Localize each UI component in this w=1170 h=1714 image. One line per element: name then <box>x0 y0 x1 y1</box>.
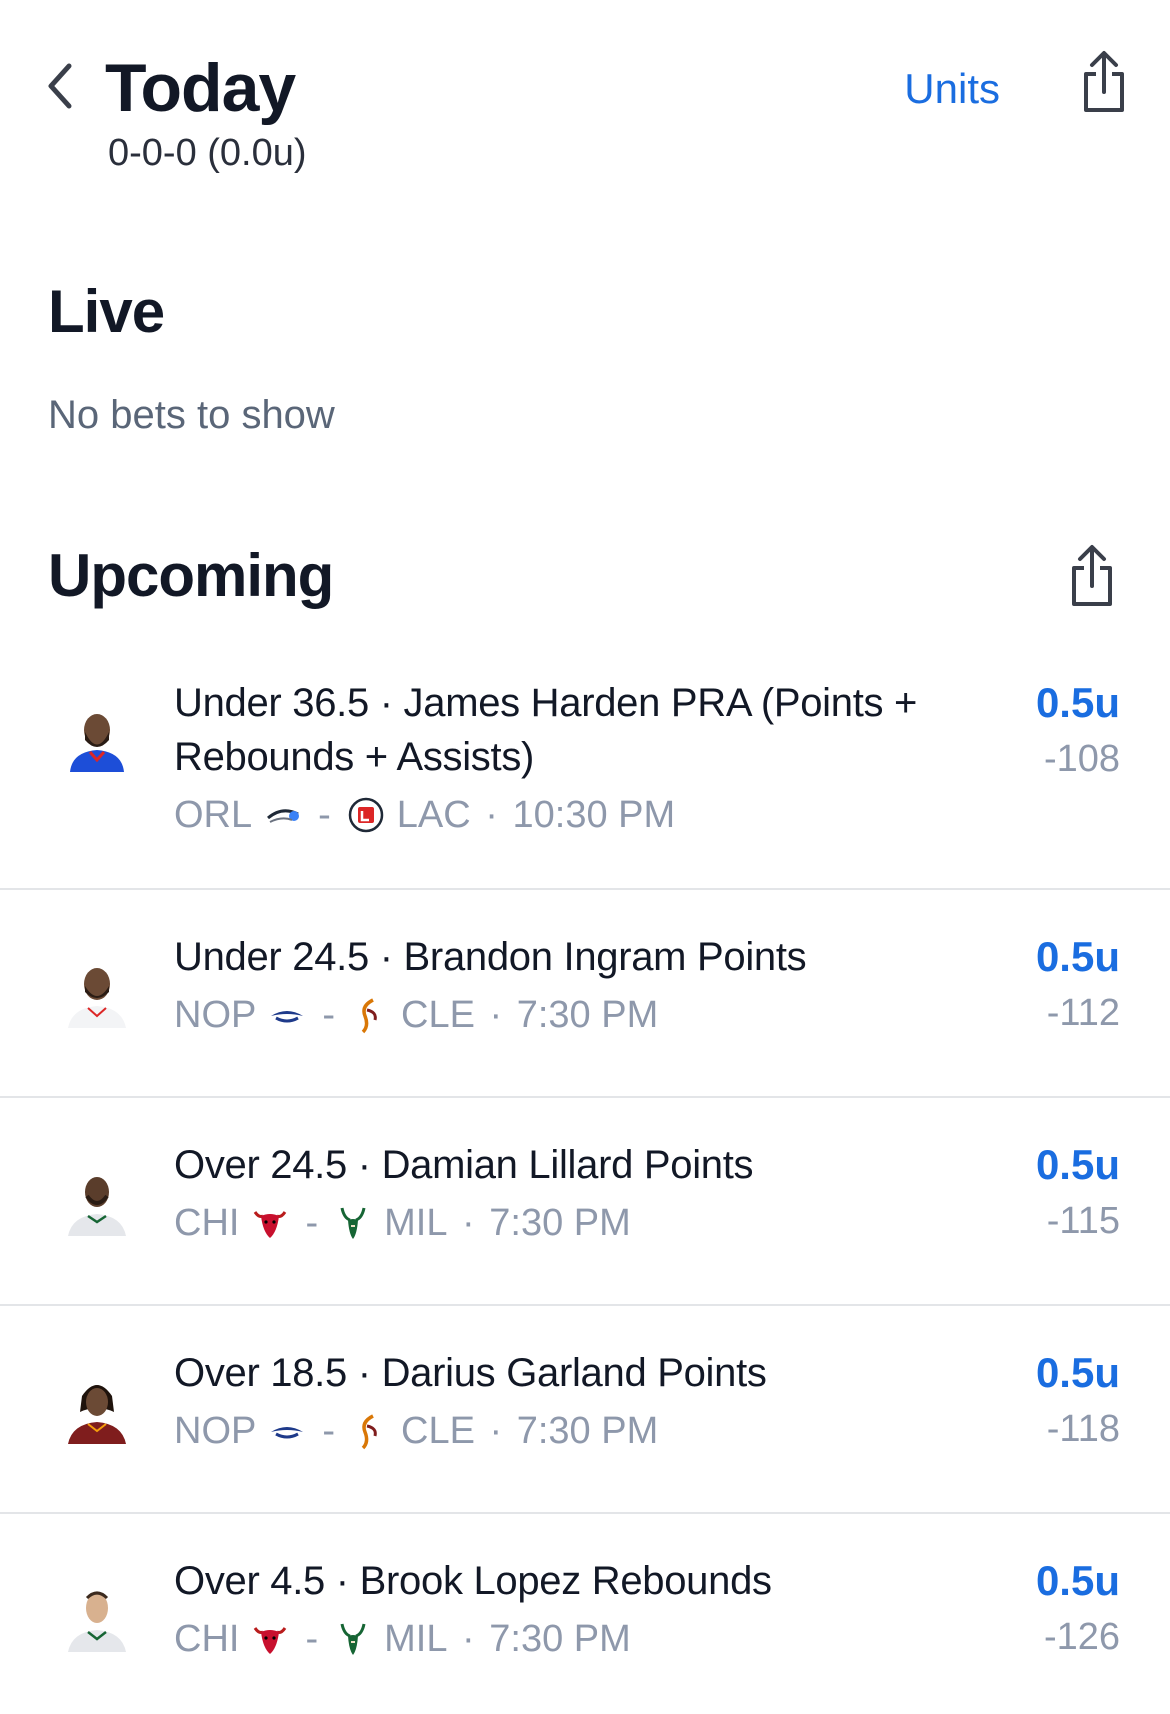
bet-matchup: CHI - MIL · 7:30 PM <box>174 1198 990 1248</box>
bet-details: Over 4.5 · Brook Lopez Rebounds CHI - MI… <box>174 1554 990 1664</box>
bet-stake-odds: 0.5u -115 <box>1036 1138 1120 1246</box>
home-team: CLE <box>401 994 475 1036</box>
matchup-separator: - <box>322 994 336 1036</box>
bet-row[interactable]: Over 24.5 · Damian Lillard Points CHI - … <box>0 1098 1170 1306</box>
bet-odds: -108 <box>1043 738 1120 780</box>
bucks-logo-icon <box>340 1623 366 1655</box>
bet-stake: 0.5u <box>1035 1141 1120 1188</box>
bet-row[interactable]: Under 36.5 · James Harden PRA (Points + … <box>0 648 1170 890</box>
bet-details: Over 18.5 · Darius Garland Points NOP - … <box>174 1346 990 1456</box>
share-button[interactable] <box>1078 50 1130 116</box>
matchup-separator: - <box>322 1410 336 1452</box>
matchup-separator: - <box>305 1618 319 1660</box>
bet-title: Under 24.5 · Brandon Ingram Points <box>174 935 807 979</box>
bet-odds: -115 <box>1046 1200 1120 1242</box>
home-team: CLE <box>401 1410 475 1452</box>
bet-matchup: CHI - MIL · 7:30 PM <box>174 1614 990 1664</box>
bet-stake-odds: 0.5u -118 <box>1036 1346 1120 1454</box>
game-time: 10:30 PM <box>512 794 676 836</box>
share-icon <box>1072 545 1112 606</box>
bet-stake: 0.5u <box>1035 933 1120 980</box>
cavaliers-logo-icon <box>361 998 377 1034</box>
away-team: ORL <box>174 794 253 836</box>
pelicans-logo-icon <box>271 1427 304 1439</box>
bet-details: Under 24.5 · Brandon Ingram Points NOP -… <box>174 930 990 1040</box>
home-team: MIL <box>384 1618 448 1660</box>
player-avatar <box>68 1385 126 1444</box>
bet-details: Under 36.5 · James Harden PRA (Points + … <box>174 676 990 840</box>
bet-stake-odds: 0.5u -112 <box>1036 930 1120 1038</box>
bet-details: Over 24.5 · Damian Lillard Points CHI - … <box>174 1138 990 1248</box>
home-team: MIL <box>384 1202 448 1244</box>
units-button[interactable]: Units <box>904 64 1000 114</box>
chevron-left-icon <box>48 63 72 109</box>
matchup-separator: - <box>305 1202 319 1244</box>
player-avatar <box>68 1591 126 1652</box>
share-upcoming-button[interactable] <box>1066 544 1118 610</box>
away-team: CHI <box>174 1202 240 1244</box>
back-button[interactable] <box>40 56 80 116</box>
bucks-logo-icon <box>340 1207 366 1239</box>
upcoming-bet-list: Under 36.5 · James Harden PRA (Points + … <box>0 648 1170 1714</box>
share-icon <box>1084 51 1124 112</box>
bulls-logo-icon <box>254 1627 287 1654</box>
dot-separator: · <box>478 994 513 1036</box>
player-avatar <box>70 714 124 772</box>
player-avatar <box>68 1177 126 1236</box>
bet-matchup: ORL - LAC · 10:30 PM <box>174 790 990 840</box>
game-time: 7:30 PM <box>489 1618 631 1660</box>
pelicans-logo-icon <box>271 1011 304 1023</box>
home-team: LAC <box>396 794 471 836</box>
away-team: NOP <box>174 994 257 1036</box>
dot-separator: · <box>451 1202 486 1244</box>
bet-odds: -118 <box>1046 1408 1120 1450</box>
bet-matchup: NOP - CLE · 7:30 PM <box>174 1406 990 1456</box>
bet-title: Over 24.5 · Damian Lillard Points <box>174 1143 754 1187</box>
bet-title: Under 36.5 · James Harden PRA (Points + … <box>174 681 918 779</box>
bet-odds: -112 <box>1046 992 1120 1034</box>
bet-row[interactable]: Under 24.5 · Brandon Ingram Points NOP -… <box>0 890 1170 1098</box>
record-summary: 0-0-0 (0.0u) <box>108 132 307 174</box>
away-team: CHI <box>174 1618 240 1660</box>
bet-odds: -126 <box>1043 1616 1120 1658</box>
upcoming-section-title: Upcoming <box>48 542 334 609</box>
bet-stake: 0.5u <box>1035 679 1120 726</box>
away-team: NOP <box>174 1410 257 1452</box>
header: Today 0-0-0 (0.0u) Units <box>0 0 1170 200</box>
bet-stake-odds: 0.5u -126 <box>1036 1554 1120 1662</box>
dot-separator: · <box>478 1410 513 1452</box>
player-avatar <box>68 968 126 1028</box>
bet-title: Over 18.5 · Darius Garland Points <box>174 1351 767 1395</box>
dot-separator: · <box>451 1618 486 1660</box>
game-time: 7:30 PM <box>489 1202 631 1244</box>
page-title: Today <box>105 50 296 126</box>
bet-row[interactable]: Over 4.5 · Brook Lopez Rebounds CHI - MI… <box>0 1514 1170 1714</box>
game-time: 7:30 PM <box>516 994 659 1036</box>
live-empty-text: No bets to show <box>48 393 335 437</box>
bet-stake: 0.5u <box>1035 1557 1120 1604</box>
bulls-logo-icon <box>254 1211 287 1238</box>
bet-matchup: NOP - CLE · 7:30 PM <box>174 990 990 1040</box>
clippers-logo-icon <box>348 797 384 833</box>
bet-stake: 0.5u <box>1035 1349 1120 1396</box>
bet-row[interactable]: Over 18.5 · Darius Garland Points NOP - … <box>0 1306 1170 1514</box>
cavaliers-logo-icon <box>361 1414 377 1450</box>
game-time: 7:30 PM <box>516 1410 659 1452</box>
dot-separator: · <box>474 794 509 836</box>
bet-title: Over 4.5 · Brook Lopez Rebounds <box>174 1559 772 1603</box>
bet-stake-odds: 0.5u -108 <box>1036 676 1120 784</box>
magic-logo-icon <box>267 809 300 823</box>
live-section-title: Live <box>48 278 165 345</box>
matchup-separator: - <box>318 794 331 836</box>
